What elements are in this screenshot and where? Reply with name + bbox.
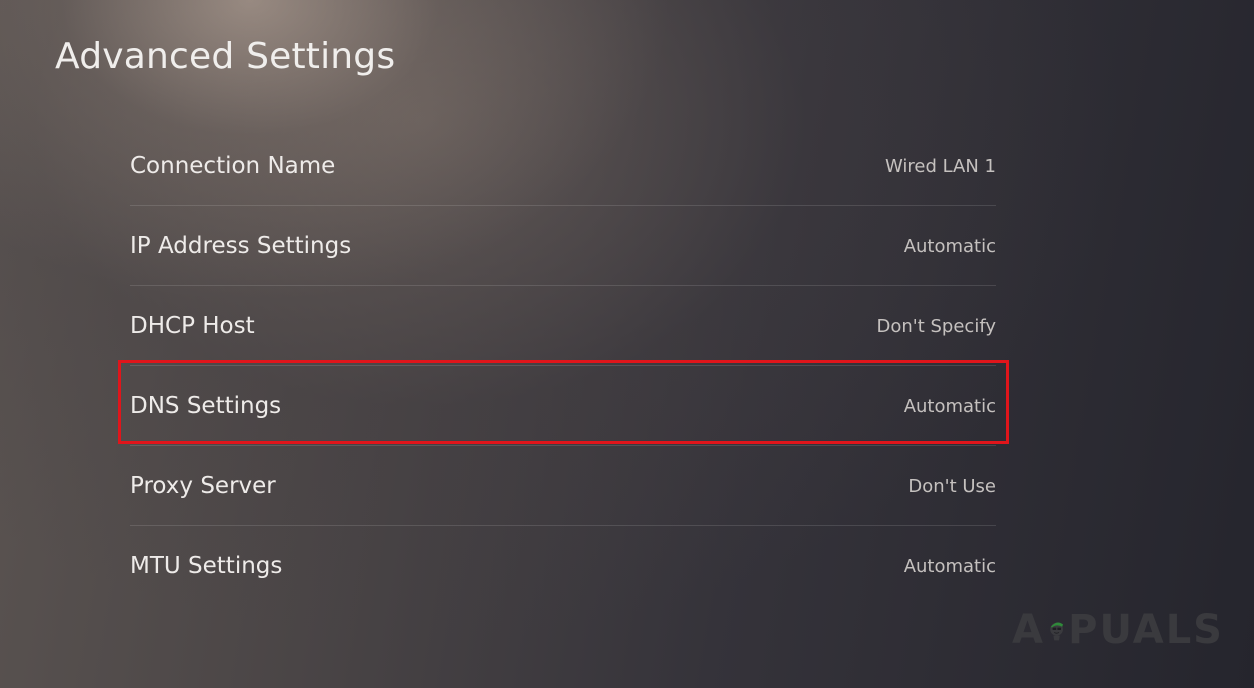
settings-row-label: DHCP Host [130, 313, 255, 339]
settings-row-value: Don't Use [908, 475, 996, 497]
settings-row-connection-name[interactable]: Connection Name Wired LAN 1 [130, 126, 996, 206]
page-title: Advanced Settings [55, 36, 396, 77]
mascot-icon [1050, 622, 1063, 641]
settings-row-proxy-server[interactable]: Proxy Server Don't Use [130, 446, 996, 526]
settings-row-mtu-settings[interactable]: MTU Settings Automatic [130, 526, 996, 606]
settings-row-value: Automatic [903, 555, 996, 577]
settings-list: Connection Name Wired LAN 1 IP Address S… [130, 126, 996, 606]
settings-row-value: Don't Specify [876, 315, 996, 337]
settings-row-label: Proxy Server [130, 473, 276, 499]
settings-row-label: DNS Settings [130, 393, 282, 419]
settings-row-value: Wired LAN 1 [884, 155, 996, 177]
appuals-watermark: A PUALS [1012, 600, 1224, 660]
watermark-text-right: PUALS [1068, 607, 1224, 653]
settings-row-dns-settings[interactable]: DNS Settings Automatic [130, 366, 996, 446]
settings-row-ip-address-settings[interactable]: IP Address Settings Automatic [130, 206, 996, 286]
settings-row-value: Automatic [903, 235, 996, 257]
watermark-text-left: A [1012, 607, 1045, 653]
settings-row-label: IP Address Settings [130, 233, 352, 259]
settings-row-label: Connection Name [130, 153, 336, 179]
settings-row-label: MTU Settings [130, 553, 283, 579]
settings-row-value: Automatic [903, 395, 996, 417]
settings-row-dhcp-host[interactable]: DHCP Host Don't Specify [130, 286, 996, 366]
